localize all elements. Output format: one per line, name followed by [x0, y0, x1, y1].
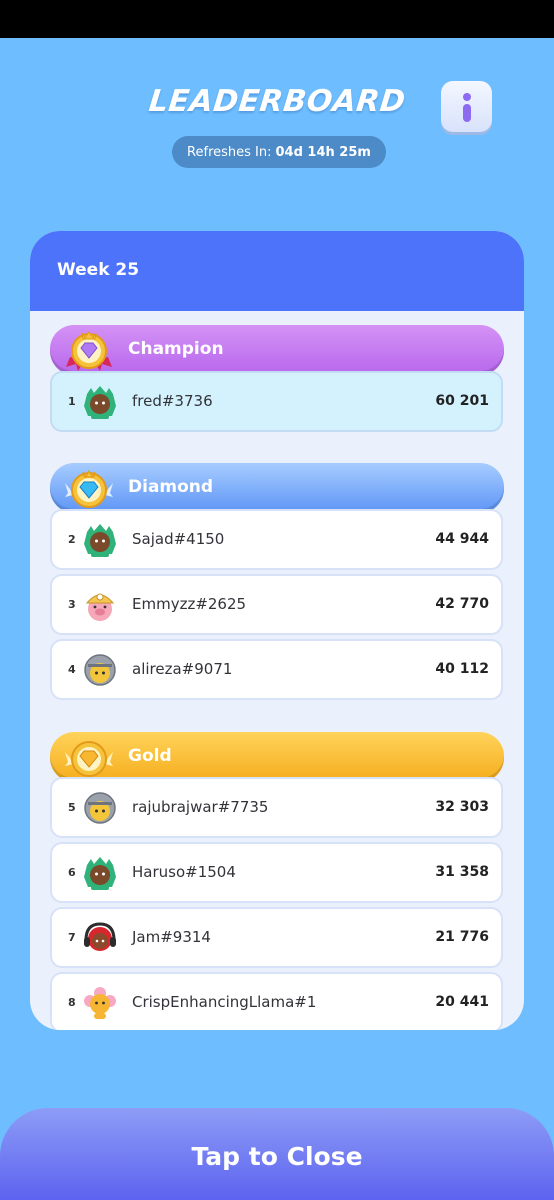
player-row[interactable]: 2 Sajad#4150 44 944: [50, 509, 503, 570]
player-rank: 1: [68, 395, 76, 408]
player-score: 44 944: [435, 531, 489, 547]
player-name: Haruso#1504: [132, 863, 236, 881]
leaderboard-card: Week 25 Champion 1 fred#3736 60 201 Diam…: [30, 231, 524, 1030]
refresh-timer: Refreshes In: 04d 14h 25m: [172, 136, 386, 168]
player-rank: 3: [68, 598, 76, 611]
player-row[interactable]: 1 fred#3736 60 201: [50, 371, 503, 432]
player-rank: 8: [68, 996, 76, 1009]
week-label: Week 25: [57, 260, 140, 280]
player-name: Jam#9314: [132, 928, 211, 946]
diamond-badge-icon: [65, 469, 113, 508]
player-name: fred#3736: [132, 392, 213, 410]
player-row[interactable]: 8 CrispEnhancingLlama#1 20 441: [50, 972, 503, 1030]
headphones-avatar-icon: [84, 922, 116, 951]
player-name: rajubrajwar#7735: [132, 798, 269, 816]
info-button[interactable]: [441, 81, 492, 132]
pig-miner-avatar-icon: [85, 593, 115, 621]
player-rank: 4: [68, 663, 76, 676]
knight-avatar-icon: [84, 792, 116, 824]
player-score: 32 303: [435, 799, 489, 815]
player-rank: 2: [68, 533, 76, 546]
flower-avatar-icon: [84, 987, 116, 1019]
league-name-diamond: Diamond: [128, 477, 214, 497]
status-bar: [0, 0, 554, 38]
player-name: alireza#9071: [132, 660, 233, 678]
league-name-champion: Champion: [128, 339, 224, 359]
leaderboard-list[interactable]: Champion 1 fred#3736 60 201 Diamond 2 Sa…: [30, 311, 524, 1030]
player-row[interactable]: 5 rajubrajwar#7735 32 303: [50, 777, 503, 838]
player-row[interactable]: 4 alireza#9071 40 112: [50, 639, 503, 700]
knight-avatar-icon: [84, 654, 116, 686]
league-name-gold: Gold: [128, 746, 172, 766]
player-score: 31 358: [435, 864, 489, 880]
player-score: 20 441: [435, 994, 489, 1010]
player-row[interactable]: 6 Haruso#1504 31 358: [50, 842, 503, 903]
player-rank: 5: [68, 801, 76, 814]
player-score: 40 112: [435, 661, 489, 677]
player-name: Sajad#4150: [132, 530, 225, 548]
league-header-champion: Champion: [50, 325, 504, 375]
league-header-diamond: Diamond: [50, 463, 504, 513]
dino-avatar-icon: [84, 857, 116, 890]
gold-badge-icon: [65, 741, 113, 777]
player-score: 42 770: [435, 596, 489, 612]
player-rank: 7: [68, 931, 76, 944]
dino-avatar-icon: [84, 524, 116, 557]
close-label: Tap to Close: [191, 1141, 363, 1171]
player-score: 60 201: [435, 393, 489, 409]
player-name: Emmyzz#2625: [132, 595, 247, 613]
week-header: Week 25: [30, 231, 524, 311]
refresh-label: Refreshes In:: [187, 144, 272, 160]
player-row[interactable]: 3 Emmyzz#2625 42 770: [50, 574, 503, 635]
champion-badge-icon: [66, 331, 112, 371]
player-row[interactable]: 7 Jam#9314 21 776: [50, 907, 503, 968]
player-name: CrispEnhancingLlama#1: [132, 993, 317, 1011]
player-score: 21 776: [435, 929, 489, 945]
refresh-time: 04d 14h 25m: [275, 144, 371, 160]
player-rank: 6: [68, 866, 76, 879]
league-header-gold: Gold: [50, 732, 504, 782]
tap-to-close-button[interactable]: Tap to Close: [0, 1108, 554, 1200]
dino-avatar-icon: [84, 386, 116, 419]
info-icon: [462, 92, 472, 122]
